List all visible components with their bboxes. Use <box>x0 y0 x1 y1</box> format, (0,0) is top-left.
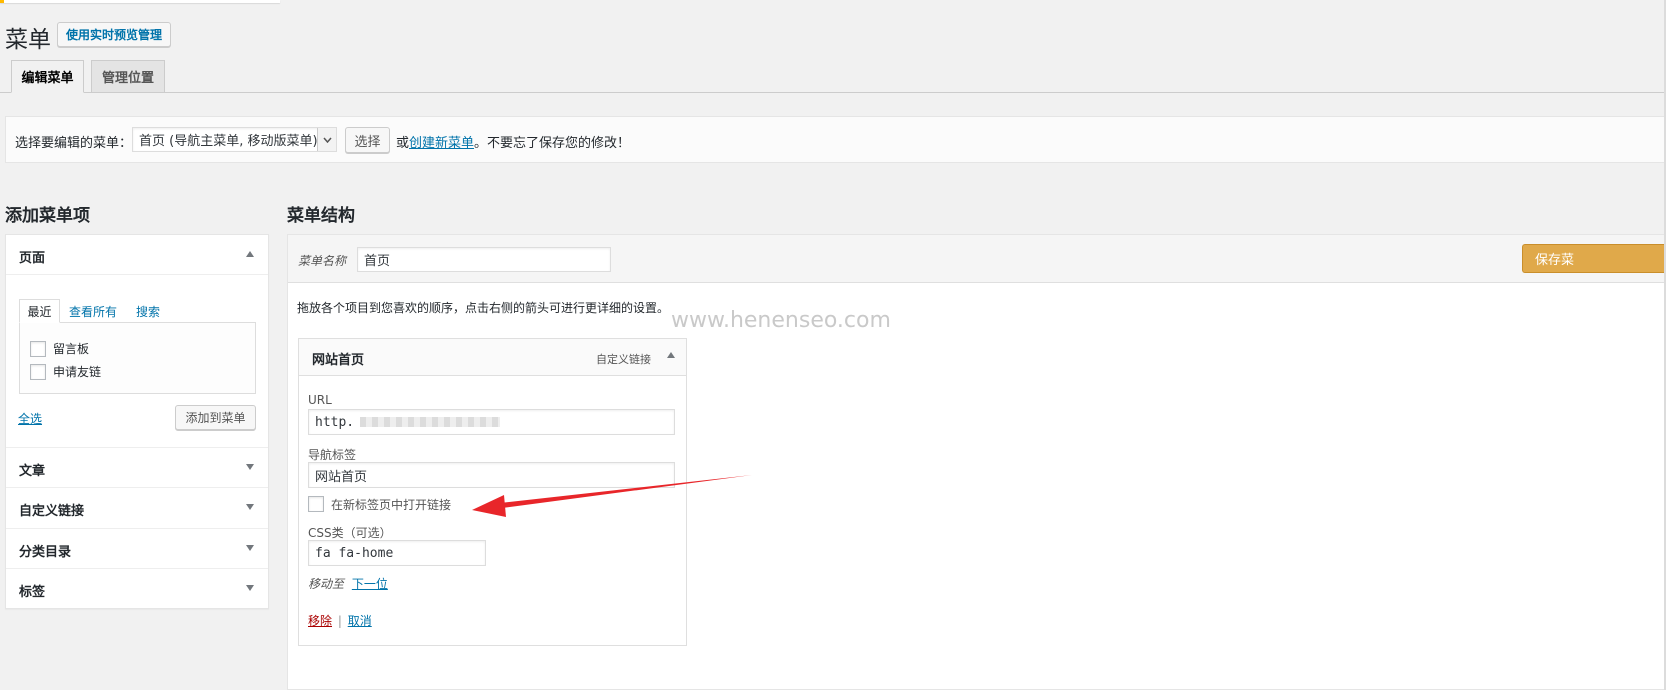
url-value: http. <box>315 414 355 430</box>
action-separator: | <box>337 614 342 628</box>
open-new-tab-label: 在新标签页中打开链接 <box>331 498 452 512</box>
section-posts-title: 文章 <box>19 464 46 479</box>
chevron-down-icon <box>317 128 336 151</box>
url-field-label: URL <box>308 393 332 407</box>
menu-name-input[interactable]: 首页 <box>357 247 611 272</box>
tab-manage-locations-label: 管理位置 <box>101 71 154 86</box>
live-preview-button[interactable]: 使用实时预览管理 <box>57 22 171 47</box>
annotation-arrow-icon <box>472 475 752 517</box>
css-classes-label: CSS类（可选） <box>308 526 392 540</box>
add-to-menu-button[interactable]: 添加到菜单 <box>175 405 256 430</box>
section-categories-title: 分类目录 <box>19 545 72 560</box>
menu-name-label: 菜单名称 <box>298 254 347 268</box>
tab-edit-menu[interactable]: 编辑菜单 <box>11 60 84 93</box>
menu-name-value: 首页 <box>364 254 391 269</box>
cancel-link[interactable]: 取消 <box>348 614 372 628</box>
tabs-baseline <box>0 92 1666 93</box>
pages-list-box <box>19 322 256 394</box>
menu-item-type: 自定义链接 <box>596 353 651 366</box>
menu-item-title: 网站首页 <box>312 353 365 368</box>
page-title: 菜单 <box>5 27 51 53</box>
section-categories[interactable]: 分类目录 <box>6 528 268 568</box>
notice-sliver <box>0 0 280 3</box>
collapse-arrow-icon[interactable] <box>667 352 675 358</box>
item-actions-row: 移除 | 取消 <box>308 612 372 629</box>
move-to-row: 移动至 下一位 <box>308 575 388 592</box>
tab-edit-menu-label: 编辑菜单 <box>21 71 74 86</box>
create-new-menu-link[interactable]: 创建新菜单 <box>409 136 474 151</box>
page-checkbox-friend-link[interactable] <box>30 364 46 380</box>
select-menu-button[interactable]: 选择 <box>345 127 390 153</box>
menu-instructions: 拖放各个项目到您喜欢的顺序，点击右侧的箭头可进行更详细的设置。 <box>297 301 670 315</box>
menu-structure-heading: 菜单结构 <box>287 206 355 226</box>
section-tags[interactable]: 标签 <box>6 568 268 608</box>
save-menu-button[interactable]: 保存菜 <box>1522 244 1666 273</box>
page-label-friend-link: 申请友链 <box>53 365 102 379</box>
blurred-url-region <box>360 417 501 427</box>
save-reminder-text: 。不要忘了保存您的修改！ <box>474 136 631 151</box>
collapse-arrow-icon[interactable] <box>246 251 254 257</box>
open-new-tab-checkbox[interactable] <box>308 496 324 512</box>
pages-tab-search[interactable]: 搜索 <box>136 303 160 320</box>
pages-tab-recent-label: 最近 <box>27 304 52 319</box>
select-all-link[interactable]: 全选 <box>18 410 42 427</box>
page-checkbox-guestbook[interactable] <box>30 341 46 357</box>
url-input[interactable]: http. <box>308 409 675 435</box>
section-tags-title: 标签 <box>19 585 46 600</box>
expand-arrow-icon[interactable] <box>246 585 254 591</box>
menu-select-dropdown[interactable]: 首页 (导航主菜单, 移动版菜单) <box>132 127 337 152</box>
remove-item-link[interactable]: 移除 <box>308 614 332 628</box>
section-posts[interactable]: 文章 <box>6 447 268 487</box>
section-custom-links-title: 自定义链接 <box>19 504 85 519</box>
section-custom-links[interactable]: 自定义链接 <box>6 487 268 528</box>
nav-label-value: 网站首页 <box>315 469 368 485</box>
css-classes-value: fa fa-home <box>315 545 394 561</box>
css-classes-input[interactable]: fa fa-home <box>308 540 486 566</box>
expand-arrow-icon[interactable] <box>246 464 254 470</box>
expand-arrow-icon[interactable] <box>246 545 254 551</box>
add-menu-items-heading: 添加菜单项 <box>5 206 90 226</box>
move-to-label: 移动至 <box>308 577 345 591</box>
save-menu-button-label: 保存菜 <box>1535 253 1575 268</box>
move-down-link[interactable]: 下一位 <box>352 577 388 591</box>
pages-section-title: 页面 <box>19 251 46 266</box>
tab-manage-locations[interactable]: 管理位置 <box>91 60 165 92</box>
pages-tab-view-all[interactable]: 查看所有 <box>69 303 117 320</box>
pages-section-header[interactable]: 页面 <box>6 235 268 275</box>
pages-tab-recent[interactable]: 最近 <box>19 299 60 323</box>
or-text: 或 <box>396 136 410 151</box>
menu-select-label: 选择要编辑的菜单： <box>15 136 133 151</box>
nav-label-field-label: 导航标签 <box>308 448 357 462</box>
menu-item-handle[interactable]: 网站首页 自定义链接 <box>299 339 686 376</box>
watermark-text: www.henenseo.com <box>671 308 891 333</box>
create-menu-text: 或创建新菜单。不要忘了保存您的修改！ <box>396 132 630 151</box>
menu-select-value: 首页 (导航主菜单, 移动版菜单) <box>139 134 318 149</box>
page-label-guestbook: 留言板 <box>53 342 90 356</box>
expand-arrow-icon[interactable] <box>246 504 254 510</box>
